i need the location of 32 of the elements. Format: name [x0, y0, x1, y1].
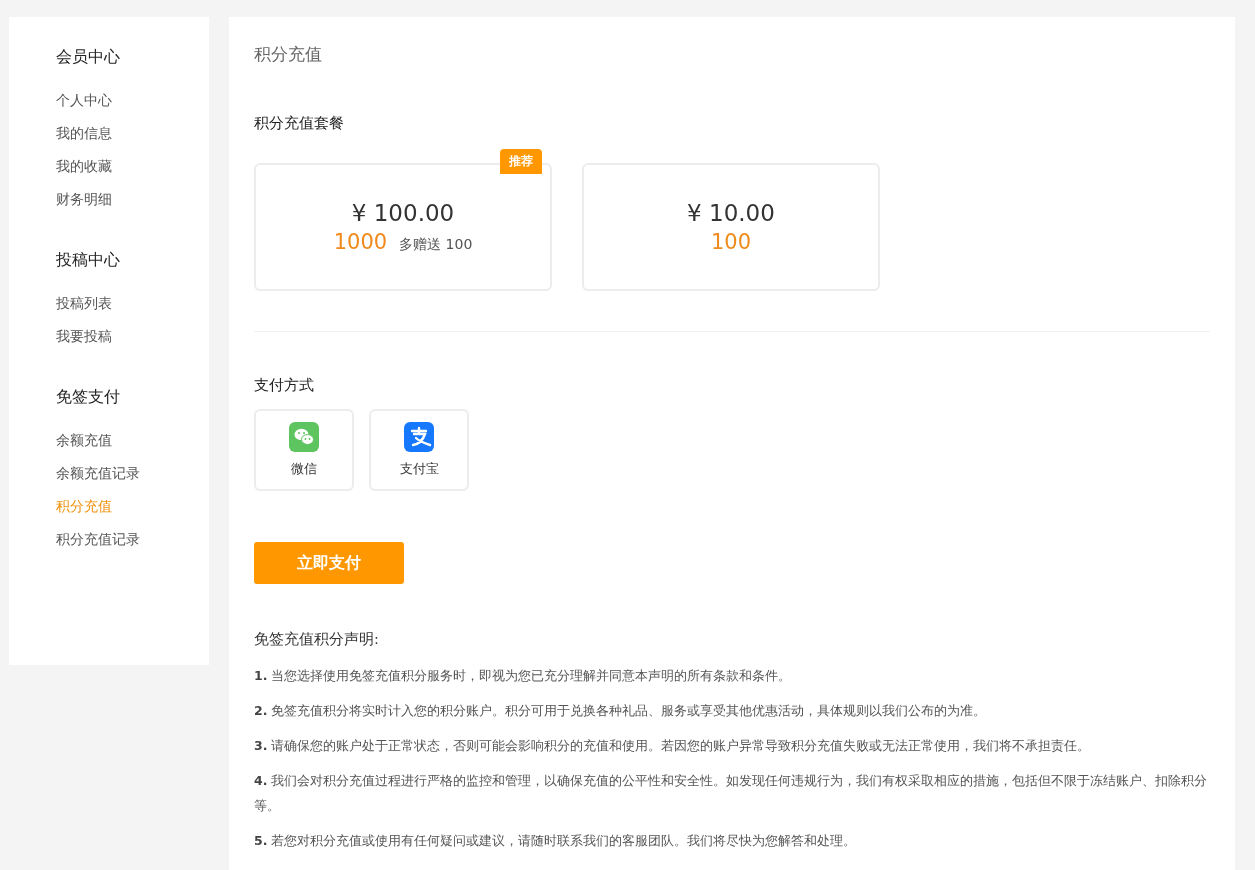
- sidebar-link[interactable]: 我要投稿: [56, 320, 209, 353]
- sidebar-link[interactable]: 我的信息: [56, 117, 209, 150]
- bonus-text: 多赠送 100: [399, 236, 473, 254]
- sidebar-link[interactable]: 财务明细: [56, 183, 209, 216]
- package-points: 100: [710, 230, 752, 254]
- payment-method-button[interactable]: 支付宝: [369, 409, 469, 491]
- package-points: 1000: [333, 230, 388, 254]
- sidebar-link[interactable]: 我的收藏: [56, 150, 209, 183]
- sidebar-link[interactable]: 余额充值记录: [56, 457, 209, 490]
- sidebar-heading: 会员中心: [56, 47, 121, 68]
- notice-paragraph: 4. 我们会对积分充值过程进行严格的监控和管理，以确保充值的公平性和安全性。如发现任何违规行为，我们有权采取相应的措施，包括但不限于冻结账户、扣除积分等。: [254, 772, 1209, 815]
- notice-paragraph: 1. 当您选择使用免签充值积分服务时，即视为您已充分理解并同意本声明的所有条款和条件。: [254, 667, 793, 685]
- package-card[interactable]: ¥ 10.00 100: [582, 163, 880, 291]
- package-price: ¥ 10.00: [687, 200, 775, 226]
- sidebar-link[interactable]: 余额充值: [56, 424, 209, 457]
- notice-paragraph: 2. 免签充值积分将实时计入您的积分账户。积分可用于兑换各种礼品、服务或享受其他优惠活动，具体规则以我们公布的为准。: [254, 702, 988, 720]
- sidebar-heading: 投稿中心: [56, 250, 121, 271]
- package-price: ¥ 100.00: [351, 200, 455, 226]
- recommended-badge: 推荐: [500, 149, 542, 174]
- page-title: 积分充值: [254, 43, 323, 66]
- notice-title: 免签充值积分声明:: [254, 630, 380, 649]
- notice-paragraph: 5. 若您对积分充值或使用有任何疑问或建议，请随时联系我们的客服团队。我们将尽快为您解答和处理。: [254, 832, 858, 850]
- payment-method-button[interactable]: 微信: [254, 409, 354, 491]
- payment-logo-icon: [404, 422, 434, 452]
- sidebar-link[interactable]: 投稿列表: [56, 287, 209, 320]
- notice-paragraph: 3. 请确保您的账户处于正常状态，否则可能会影响积分的充值和使用。若因您的账户异常导致积分充值失败或无法正常使用，我们将不承担责任。: [254, 737, 1092, 755]
- chat-bubbles-icon: [289, 422, 319, 452]
- sidebar-link[interactable]: 个人中心: [56, 84, 209, 117]
- sidebar-link[interactable]: 积分充值记录: [56, 523, 209, 556]
- sidebar-heading: 免签支付: [56, 387, 121, 408]
- section-title: 支付方式: [254, 376, 315, 395]
- section-title: 积分充值套餐: [254, 114, 345, 133]
